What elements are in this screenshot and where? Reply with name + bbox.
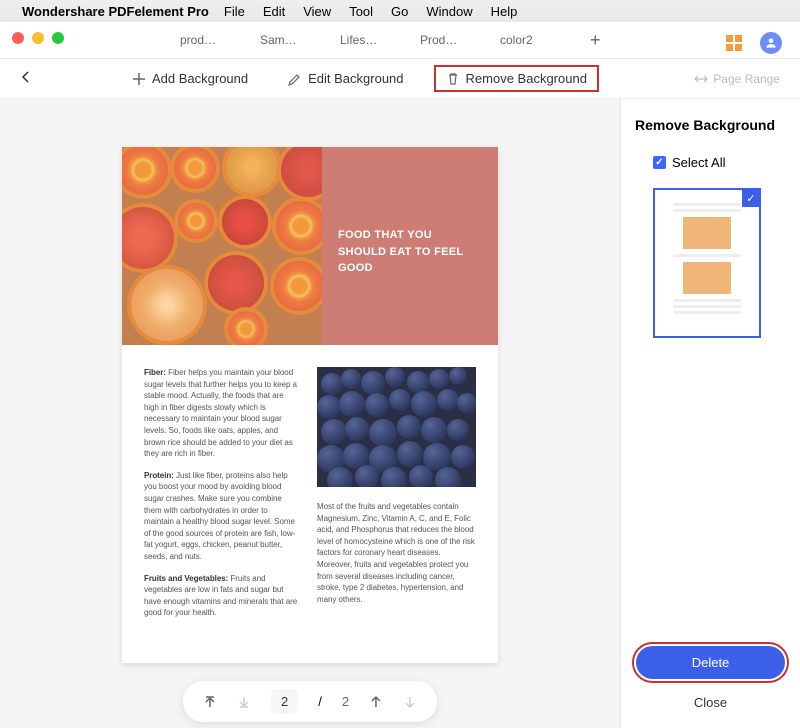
blueberries-image: [317, 367, 476, 487]
panel-title: Remove Background: [635, 117, 786, 133]
remove-background-label: Remove Background: [466, 71, 587, 86]
tab-item[interactable]: prod…: [180, 33, 260, 47]
menu-tool[interactable]: Tool: [349, 4, 373, 19]
close-window-button[interactable]: [12, 32, 24, 44]
menu-file[interactable]: File: [224, 4, 245, 19]
menu-window[interactable]: Window: [426, 4, 472, 19]
right-column-text: Most of the fruits and vegetables contai…: [317, 501, 476, 605]
document-canvas[interactable]: FOOD THAT YOU SHOULD EAT TO FEEL GOOD Fi…: [0, 99, 620, 728]
next-page-button[interactable]: [403, 695, 417, 709]
back-button[interactable]: [20, 70, 32, 88]
edit-background-button[interactable]: Edit Background: [278, 66, 413, 91]
delete-button[interactable]: Delete: [636, 646, 785, 679]
add-background-button[interactable]: Add Background: [122, 66, 258, 91]
traffic-lights: [12, 32, 64, 44]
page-range-icon: [694, 72, 708, 86]
page-range-label: Page Range: [713, 72, 780, 86]
tab-item[interactable]: Sam…: [260, 33, 340, 47]
add-tab-button[interactable]: +: [590, 30, 601, 51]
background-thumbnail[interactable]: ✓: [653, 188, 761, 338]
add-background-label: Add Background: [152, 71, 248, 86]
pencil-icon: [288, 72, 302, 86]
close-button[interactable]: Close: [631, 687, 790, 718]
tab-item[interactable]: color2: [500, 33, 580, 47]
current-page-input[interactable]: 2: [271, 689, 298, 714]
document-page: FOOD THAT YOU SHOULD EAT TO FEEL GOOD Fi…: [122, 147, 498, 663]
fiber-paragraph: Fiber: Fiber helps you maintain your blo…: [144, 367, 299, 460]
window-titlebar: prod… Sam… Lifes… Prod… color2 +: [0, 22, 800, 59]
trash-icon: [446, 72, 460, 86]
remove-background-panel: Remove Background ✓ Select All ✓ Delete …: [620, 99, 800, 728]
plus-icon: [132, 72, 146, 86]
page-navigation-bar: 2 / 2: [183, 681, 437, 722]
edit-background-label: Edit Background: [308, 71, 403, 86]
user-avatar-icon[interactable]: [760, 32, 782, 54]
macos-menubar: Wondershare PDFelement Pro File Edit Vie…: [0, 0, 800, 22]
protein-paragraph: Protein: Just like fiber, proteins also …: [144, 470, 299, 563]
thumbnail-selected-icon: ✓: [742, 189, 760, 207]
toolbar: Add Background Edit Background Remove Ba…: [0, 59, 800, 99]
select-all-checkbox[interactable]: ✓ Select All: [653, 155, 786, 170]
menu-edit[interactable]: Edit: [263, 4, 285, 19]
maximize-window-button[interactable]: [52, 32, 64, 44]
minimize-window-button[interactable]: [32, 32, 44, 44]
menu-help[interactable]: Help: [491, 4, 518, 19]
app-name[interactable]: Wondershare PDFelement Pro: [22, 4, 209, 19]
tab-bar: prod… Sam… Lifes… Prod… color2 +: [0, 22, 800, 58]
remove-background-button[interactable]: Remove Background: [434, 65, 599, 92]
checkbox-checked-icon: ✓: [653, 156, 666, 169]
page-separator: /: [318, 694, 322, 709]
fruits-vegetables-paragraph: Fruits and Vegetables: Fruits and vegeta…: [144, 573, 299, 619]
select-all-label: Select All: [672, 155, 725, 170]
tab-item[interactable]: Prod…: [420, 33, 500, 47]
page-range-button[interactable]: Page Range: [694, 72, 780, 86]
menu-view[interactable]: View: [303, 4, 331, 19]
first-page-button[interactable]: [203, 695, 217, 709]
tab-item[interactable]: Lifes…: [340, 33, 420, 47]
citrus-image: [122, 147, 322, 345]
prev-page-button[interactable]: [369, 695, 383, 709]
apps-grid-icon[interactable]: [726, 35, 742, 51]
total-pages: 2: [342, 694, 349, 709]
hero-title: FOOD THAT YOU SHOULD EAT TO FEEL GOOD: [322, 147, 498, 345]
last-page-button[interactable]: [237, 695, 251, 709]
menu-go[interactable]: Go: [391, 4, 408, 19]
